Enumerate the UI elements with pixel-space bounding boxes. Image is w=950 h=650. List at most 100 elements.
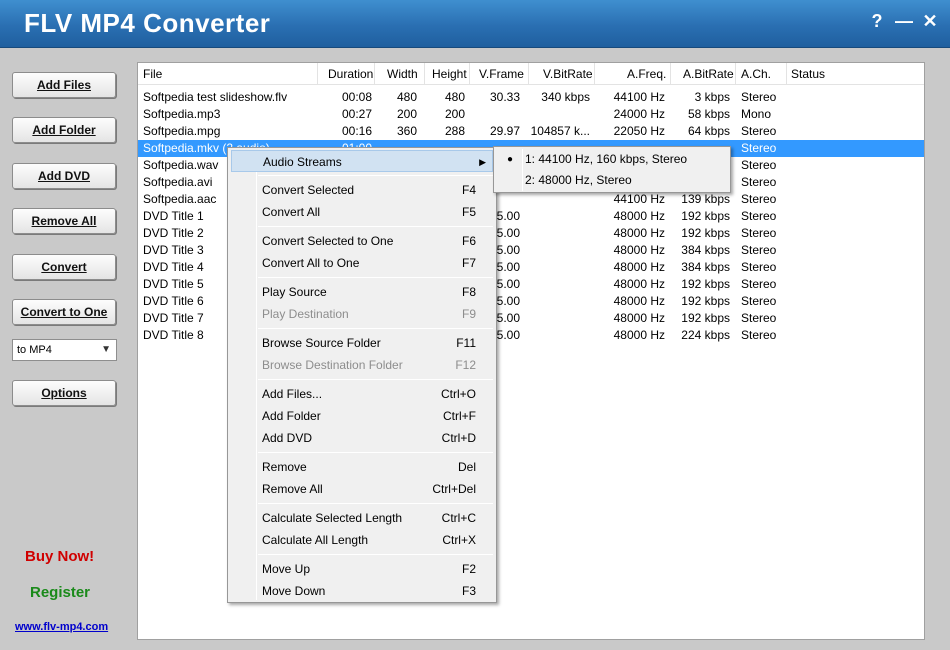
menu-item-browse-source-folder[interactable]: Browse Source Folder F11 [231, 332, 493, 354]
add-dvd-button[interactable]: Add DVD [12, 163, 116, 189]
menu-item-audio-streams[interactable]: Audio Streams ▶ [231, 150, 493, 172]
cell-width: 480 [396, 90, 417, 104]
cell-afreq: 44100 Hz [613, 90, 665, 104]
menu-item-label: Add Files... [262, 387, 323, 401]
menu-item-add-folder[interactable]: Add Folder Ctrl+F [231, 405, 493, 427]
cell-vbitrate: 340 kbps [541, 90, 590, 104]
menu-item-label: Convert Selected to One [262, 234, 394, 248]
cell-ach: Stereo [741, 209, 777, 223]
cell-afreq: 48000 Hz [613, 311, 665, 325]
menu-item-remove-all[interactable]: Remove All Ctrl+Del [231, 478, 493, 500]
cell-ach: Stereo [741, 243, 777, 257]
context-menu: Audio Streams ▶ Convert Selected F4 Convert … [227, 147, 497, 603]
menu-item-label: Browse Source Folder [262, 336, 381, 350]
help-button[interactable]: ? [866, 10, 888, 32]
convert-button[interactable]: Convert [12, 254, 116, 280]
menu-item-shortcut: Ctrl+O [440, 387, 476, 401]
cell-abitrate: 224 kbps [681, 328, 730, 342]
buy-now-link[interactable]: Buy Now! [25, 548, 94, 565]
website-link[interactable]: www.flv-mp4.com [15, 621, 108, 633]
column-header-file[interactable]: File [143, 63, 318, 85]
sidebar: Add Files Add Folder Add DVD Remove All … [0, 49, 126, 650]
convert-to-one-button[interactable]: Convert to One [12, 299, 116, 325]
cell-file: Softpedia.mpg [143, 124, 221, 138]
menu-item-shortcut: Ctrl+Del [432, 482, 476, 496]
column-header-vbitrate[interactable]: V.BitRate [543, 63, 595, 85]
output-format-value: to MP4 [17, 344, 52, 356]
audio-stream-label: 1: 44100 Hz, 160 kbps, Stereo [525, 152, 688, 166]
menu-item-convert-all[interactable]: Convert All F5 [231, 201, 493, 223]
menu-item-label: Play Destination [262, 307, 349, 321]
menu-item-shortcut: F9 [461, 307, 476, 321]
options-button[interactable]: Options [12, 380, 116, 406]
column-header-afreq[interactable]: A.Freq. [627, 63, 671, 85]
menu-item-play-destination[interactable]: Play Destination F9 [231, 303, 493, 325]
menu-item-move-up[interactable]: Move Up F2 [231, 558, 493, 580]
cell-width: 360 [396, 124, 417, 138]
menu-item-shortcut: Ctrl+D [441, 431, 476, 445]
audio-stream-item[interactable]: ● 1: 44100 Hz, 160 kbps, Stereo [497, 149, 727, 170]
cell-afreq: 22050 Hz [613, 124, 665, 138]
menu-item-remove[interactable]: Remove Del [231, 456, 493, 478]
column-header-vframe[interactable]: V.Frame [479, 63, 529, 85]
menu-item-label: Add DVD [262, 431, 313, 445]
audio-stream-item[interactable]: 2: 48000 Hz, Stereo [497, 170, 727, 191]
cell-afreq: 48000 Hz [613, 243, 665, 257]
menu-item-shortcut: F4 [461, 183, 476, 197]
cell-afreq: 48000 Hz [613, 277, 665, 291]
radio-dot-icon: ● [507, 154, 514, 165]
table-row[interactable]: Softpedia test slideshow.flv 00:08 480 480 3… [138, 89, 924, 106]
close-button[interactable]: ✕ [919, 10, 941, 32]
table-row[interactable]: Softpedia.mp3 00:27 200 200 24000 Hz 58 kbps M… [138, 106, 924, 123]
cell-vframe: 30.33 [489, 90, 520, 104]
menu-item-browse-destination-folder[interactable]: Browse Destination Folder F12 [231, 354, 493, 376]
menu-item-calculate-all-length[interactable]: Calculate All Length Ctrl+X [231, 529, 493, 551]
column-header-abitrate[interactable]: A.BitRate [683, 63, 736, 85]
menu-item-label: Add Folder [262, 409, 321, 423]
column-header-ach[interactable]: A.Ch. [741, 63, 787, 85]
menu-item-shortcut: Ctrl+X [442, 533, 476, 547]
cell-ach: Stereo [741, 192, 777, 206]
column-header-duration[interactable]: Duration [328, 63, 375, 85]
add-folder-button[interactable]: Add Folder [12, 117, 116, 143]
menu-item-shortcut: F11 [456, 336, 476, 350]
cell-afreq: 48000 Hz [613, 226, 665, 240]
menu-item-label: Audio Streams [263, 155, 342, 169]
menu-separator [258, 328, 493, 329]
output-format-select[interactable]: to MP4 ▼ [12, 339, 117, 361]
menu-item-convert-selected[interactable]: Convert Selected F4 [231, 179, 493, 201]
menu-separator [258, 452, 493, 453]
cell-afreq: 44100 Hz [613, 192, 665, 206]
cell-vbitrate: 104857 k... [530, 124, 590, 138]
menu-item-label: Convert All [262, 205, 321, 219]
remove-all-button[interactable]: Remove All [12, 208, 116, 234]
column-header-width[interactable]: Width [387, 63, 425, 85]
menu-item-convert-selected-to-one[interactable]: Convert Selected to One F6 [231, 230, 493, 252]
cell-afreq: 48000 Hz [613, 260, 665, 274]
cell-ach: Stereo [741, 294, 777, 308]
menu-item-label: Remove All [262, 482, 323, 496]
menu-item-shortcut: F12 [455, 358, 476, 372]
register-link[interactable]: Register [30, 584, 90, 601]
cell-afreq: 48000 Hz [613, 294, 665, 308]
menu-separator [258, 277, 493, 278]
menu-item-add-dvd[interactable]: Add DVD Ctrl+D [231, 427, 493, 449]
menu-item-shortcut: F2 [461, 562, 476, 576]
add-files-button[interactable]: Add Files [12, 72, 116, 98]
menu-item-calculate-selected-length[interactable]: Calculate Selected Length Ctrl+C [231, 507, 493, 529]
cell-ach: Stereo [741, 158, 777, 172]
menu-item-play-source[interactable]: Play Source F8 [231, 281, 493, 303]
menu-separator [258, 226, 493, 227]
column-header-status[interactable]: Status [791, 63, 924, 85]
menu-item-convert-all-to-one[interactable]: Convert All to One F7 [231, 252, 493, 274]
menu-item-add-files[interactable]: Add Files... Ctrl+O [231, 383, 493, 405]
column-header-height[interactable]: Height [432, 63, 470, 85]
menu-item-move-down[interactable]: Move Down F3 [231, 580, 493, 602]
menu-item-label: Browse Destination Folder [262, 358, 403, 372]
menu-separator [258, 554, 493, 555]
table-row[interactable]: Softpedia.mpg 00:16 360 288 29.97 104857 k...… [138, 123, 924, 140]
menu-item-label: Play Source [262, 285, 327, 299]
cell-ach: Stereo [741, 90, 777, 104]
cell-file: Softpedia test slideshow.flv [143, 90, 288, 104]
minimize-button[interactable]: — [893, 10, 915, 32]
